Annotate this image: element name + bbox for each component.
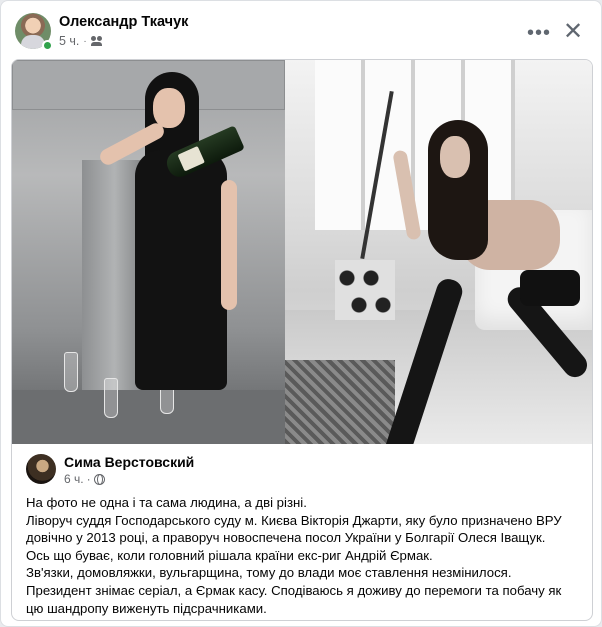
black-dress [135, 150, 227, 390]
text-line: довічно у 2013 році, а праворуч новоспеч… [26, 530, 546, 546]
text-line: Ліворуч суддя Господарського суду м. Киє… [26, 512, 562, 528]
wine-glass [104, 378, 118, 418]
face [153, 88, 185, 128]
shared-post-time[interactable]: 6 ч. [64, 472, 84, 486]
facebook-post: Олександр Ткачук 5 ч. · ••• ✕ Сима Верст… [0, 0, 602, 627]
meta-separator: · [86, 472, 91, 486]
wine-glass [64, 352, 78, 392]
globe-icon[interactable] [93, 473, 105, 485]
shared-post-meta: 6 ч. · [64, 472, 105, 486]
text-line: Ось що буває, коли головний рішала країн… [26, 547, 433, 563]
arm [392, 149, 422, 241]
arm [221, 180, 237, 310]
text-line: Зв'язки, домовляжки, вульгарщина, тому д… [26, 565, 512, 581]
shared-post-header: Сима Верстовский 6 ч. · [26, 454, 578, 490]
bottle-label [177, 145, 205, 172]
text-line: цю шандропу виженуть підсрачниками. [26, 600, 267, 616]
post-meta: 5 ч. · [59, 34, 103, 48]
meta-separator: · [83, 35, 87, 47]
photo-left[interactable] [12, 60, 285, 444]
post-header: Олександр Ткачук 5 ч. · ••• ✕ [15, 13, 587, 53]
author-name[interactable]: Олександр Ткачук [59, 14, 188, 30]
shared-post-text: На фото не одна і та сама людина, а дві … [26, 494, 582, 617]
text-line: Президент знімає серіал, а Єрмак касу. С… [26, 582, 562, 598]
post-time[interactable]: 5 ч. [59, 34, 79, 48]
shared-author-avatar[interactable] [26, 454, 56, 484]
online-status-dot [42, 40, 53, 51]
photo-right[interactable] [285, 60, 592, 444]
face [440, 136, 470, 178]
shared-author-name[interactable]: Сима Верстовский [64, 454, 194, 470]
woman-in-black-dress [97, 70, 247, 444]
rug [285, 360, 395, 444]
close-icon[interactable]: ✕ [559, 17, 587, 45]
shorts [520, 270, 580, 306]
shared-post[interactable]: Сима Верстовский 6 ч. · На фото не одна … [11, 59, 593, 621]
more-options-button[interactable]: ••• [525, 19, 553, 47]
text-line: На фото не одна і та сама людина, а дві … [26, 495, 307, 510]
leg [378, 275, 466, 444]
woman-with-wine-glass [378, 80, 592, 444]
friends-icon[interactable] [90, 36, 103, 46]
